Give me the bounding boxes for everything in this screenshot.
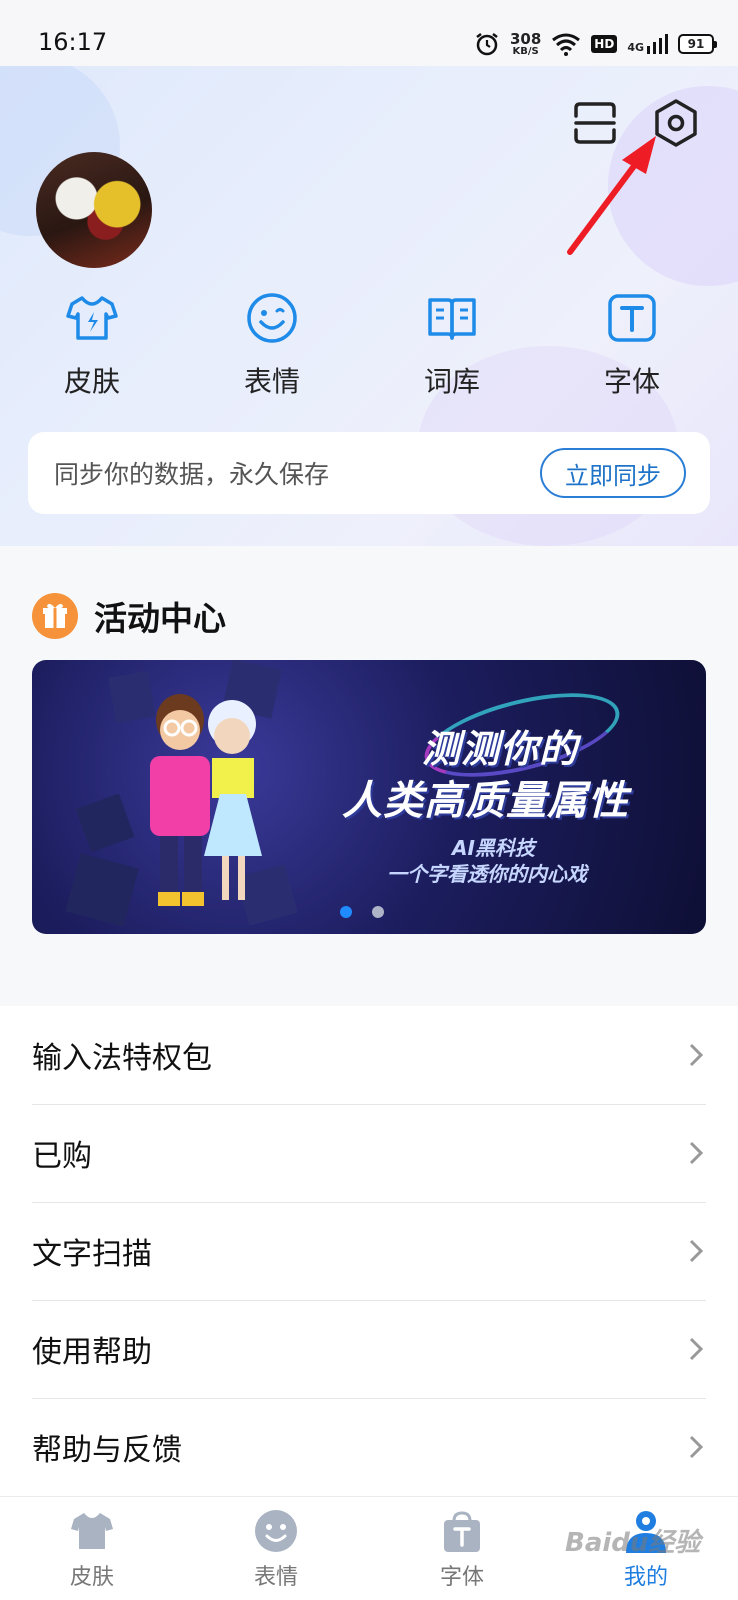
tab-label: 表情	[253, 1565, 298, 1590]
network-label: 4G	[627, 41, 644, 54]
chevron-right-icon	[689, 1435, 704, 1459]
signal-icon	[647, 34, 668, 54]
tab-label: 皮肤	[69, 1565, 114, 1590]
chevron-right-icon	[689, 1239, 704, 1263]
quick-item-label: 词库	[423, 365, 480, 398]
sync-card: 同步你的数据，永久保存 立即同步	[28, 432, 710, 514]
battery-level: 91	[687, 37, 705, 51]
menu-item-help-feedback[interactable]: 帮助与反馈	[32, 1398, 706, 1496]
menu-list: 输入法特权包 已购 文字扫描 使用帮助 帮助与反馈	[0, 1006, 738, 1496]
status-bar: 16:17 308 KB/S HD 4G 91	[0, 0, 738, 66]
chevron-right-icon	[689, 1337, 704, 1361]
tab-label: 字体	[439, 1565, 484, 1590]
quick-item-emoji[interactable]: 表情	[212, 290, 332, 400]
quick-actions: 皮肤 表情 词库 字体	[0, 290, 738, 400]
tab-skin[interactable]: 皮肤	[32, 1507, 152, 1591]
font-t-icon	[608, 294, 656, 342]
chevron-right-icon	[689, 1043, 704, 1067]
banner-headline-1: 测测你的	[422, 727, 579, 771]
smile-icon	[255, 1510, 297, 1552]
alarm-icon	[476, 33, 498, 56]
network-type: 4G	[627, 34, 668, 54]
activity-title-row: 活动中心	[32, 592, 226, 640]
quick-item-label: 皮肤	[63, 365, 120, 398]
book-icon	[428, 298, 476, 340]
quick-item-label: 字体	[603, 365, 660, 398]
net-speed: 308 KB/S	[509, 29, 542, 57]
banner-pagination	[340, 906, 384, 918]
tab-emoji[interactable]: 表情	[216, 1507, 336, 1591]
menu-item-label: 使用帮助	[32, 1335, 152, 1370]
watermark: Baidu经验	[565, 1528, 701, 1558]
quick-item-dictionary[interactable]: 词库	[392, 290, 512, 400]
banner-subtitle-2: 一个字看透你的内心戏	[387, 862, 587, 886]
user-avatar[interactable]	[36, 152, 152, 268]
menu-item-privilege-pack[interactable]: 输入法特权包	[32, 1006, 706, 1104]
tab-font[interactable]: 字体	[402, 1507, 522, 1591]
banner-subtitle-1: AI黑科技	[452, 836, 535, 860]
tab-label: 我的	[623, 1565, 668, 1590]
battery-icon: 91	[678, 34, 717, 54]
smile-icon	[247, 293, 297, 343]
chevron-right-icon	[689, 1141, 704, 1165]
gift-icon	[32, 593, 78, 639]
menu-item-label: 帮助与反馈	[32, 1433, 182, 1468]
pagination-dot-active[interactable]	[340, 906, 352, 918]
net-speed-unit: KB/S	[512, 45, 539, 57]
quick-item-skin[interactable]: 皮肤	[32, 290, 152, 400]
menu-item-purchased[interactable]: 已购	[32, 1104, 706, 1202]
activity-banner[interactable]: 测测你的 人类高质量属性 AI黑科技 一个字看透你的内心戏	[32, 660, 706, 934]
menu-item-usage-help[interactable]: 使用帮助	[32, 1300, 706, 1398]
sync-now-button[interactable]: 立即同步	[540, 448, 686, 498]
net-speed-value: 308	[509, 29, 542, 48]
tshirt-icon	[71, 1513, 113, 1549]
status-time: 16:17	[38, 28, 108, 56]
tshirt-icon	[66, 296, 118, 340]
pagination-dot[interactable]	[372, 906, 384, 918]
annotation-arrow-icon	[567, 136, 656, 255]
hd-badge: HD	[591, 35, 618, 53]
menu-item-label: 文字扫描	[32, 1237, 152, 1272]
banner-headline-2: 人类高质量属性	[342, 778, 629, 824]
font-bag-icon	[444, 1511, 480, 1552]
quick-item-font[interactable]: 字体	[572, 290, 692, 400]
wifi-icon	[552, 33, 581, 56]
status-icons: 308 KB/S HD 4G 91	[474, 24, 717, 64]
sync-card-text: 同步你的数据，永久保存	[54, 460, 330, 489]
banner-illustration	[65, 660, 298, 927]
quick-item-label: 表情	[243, 365, 300, 398]
activity-center: 活动中心 测测你的 人类高质量属性 AI黑科技 一个字看透你的内心戏	[0, 546, 738, 1006]
activity-title: 活动中心	[94, 599, 226, 638]
menu-item-text-scan[interactable]: 文字扫描	[32, 1202, 706, 1300]
menu-item-label: 已购	[32, 1139, 92, 1174]
menu-item-label: 输入法特权包	[32, 1041, 212, 1076]
